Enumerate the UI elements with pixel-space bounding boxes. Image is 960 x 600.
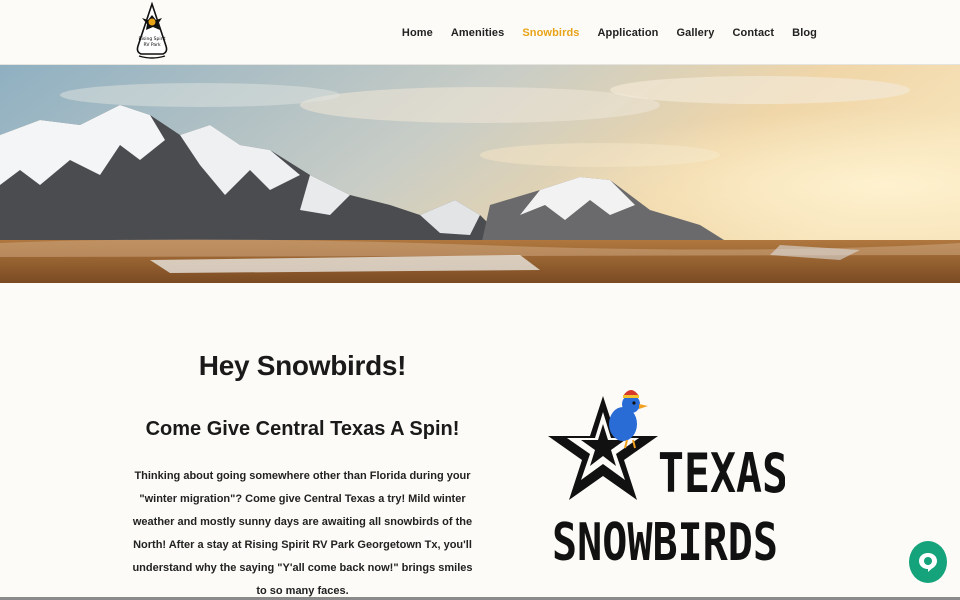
texas-text: TEXAS xyxy=(658,442,785,505)
nav-amenities[interactable]: Amenities xyxy=(451,27,504,39)
nav-snowbirds[interactable]: Snowbirds xyxy=(522,27,579,39)
nav-home[interactable]: Home xyxy=(402,27,433,39)
hero-mountain-image xyxy=(0,65,960,283)
nav-application[interactable]: Application xyxy=(597,27,658,39)
chat-bubble-icon xyxy=(919,553,937,572)
hero-banner xyxy=(0,65,960,283)
chat-button[interactable] xyxy=(909,541,947,583)
page-heading: Hey Snowbirds! xyxy=(198,350,407,381)
nav-gallery[interactable]: Gallery xyxy=(676,27,714,39)
snowbirds-intro: Hey Snowbirds! Come Give Central Texas A… xyxy=(120,340,485,600)
texas-snowbirds-logo: TEXAS SNOWBIRDS xyxy=(548,390,785,568)
nav-blog[interactable]: Blog xyxy=(792,27,817,39)
site-header: Rising Spirit RV Park Home Amenities Sno… xyxy=(0,0,960,65)
main-nav: Home Amenities Snowbirds Application Gal… xyxy=(402,0,817,65)
page-subheading: Come Give Central Texas A Spin! xyxy=(145,418,460,440)
logo-text-line2: RV Park xyxy=(143,42,161,48)
nav-contact[interactable]: Contact xyxy=(733,27,775,39)
snowbirds-text: SNOWBIRDS xyxy=(552,513,778,568)
logo-text-line1: Rising Spirit xyxy=(139,36,166,42)
intro-paragraph: Thinking about going somewhere other tha… xyxy=(132,470,473,597)
site-logo[interactable]: Rising Spirit RV Park xyxy=(133,2,171,62)
